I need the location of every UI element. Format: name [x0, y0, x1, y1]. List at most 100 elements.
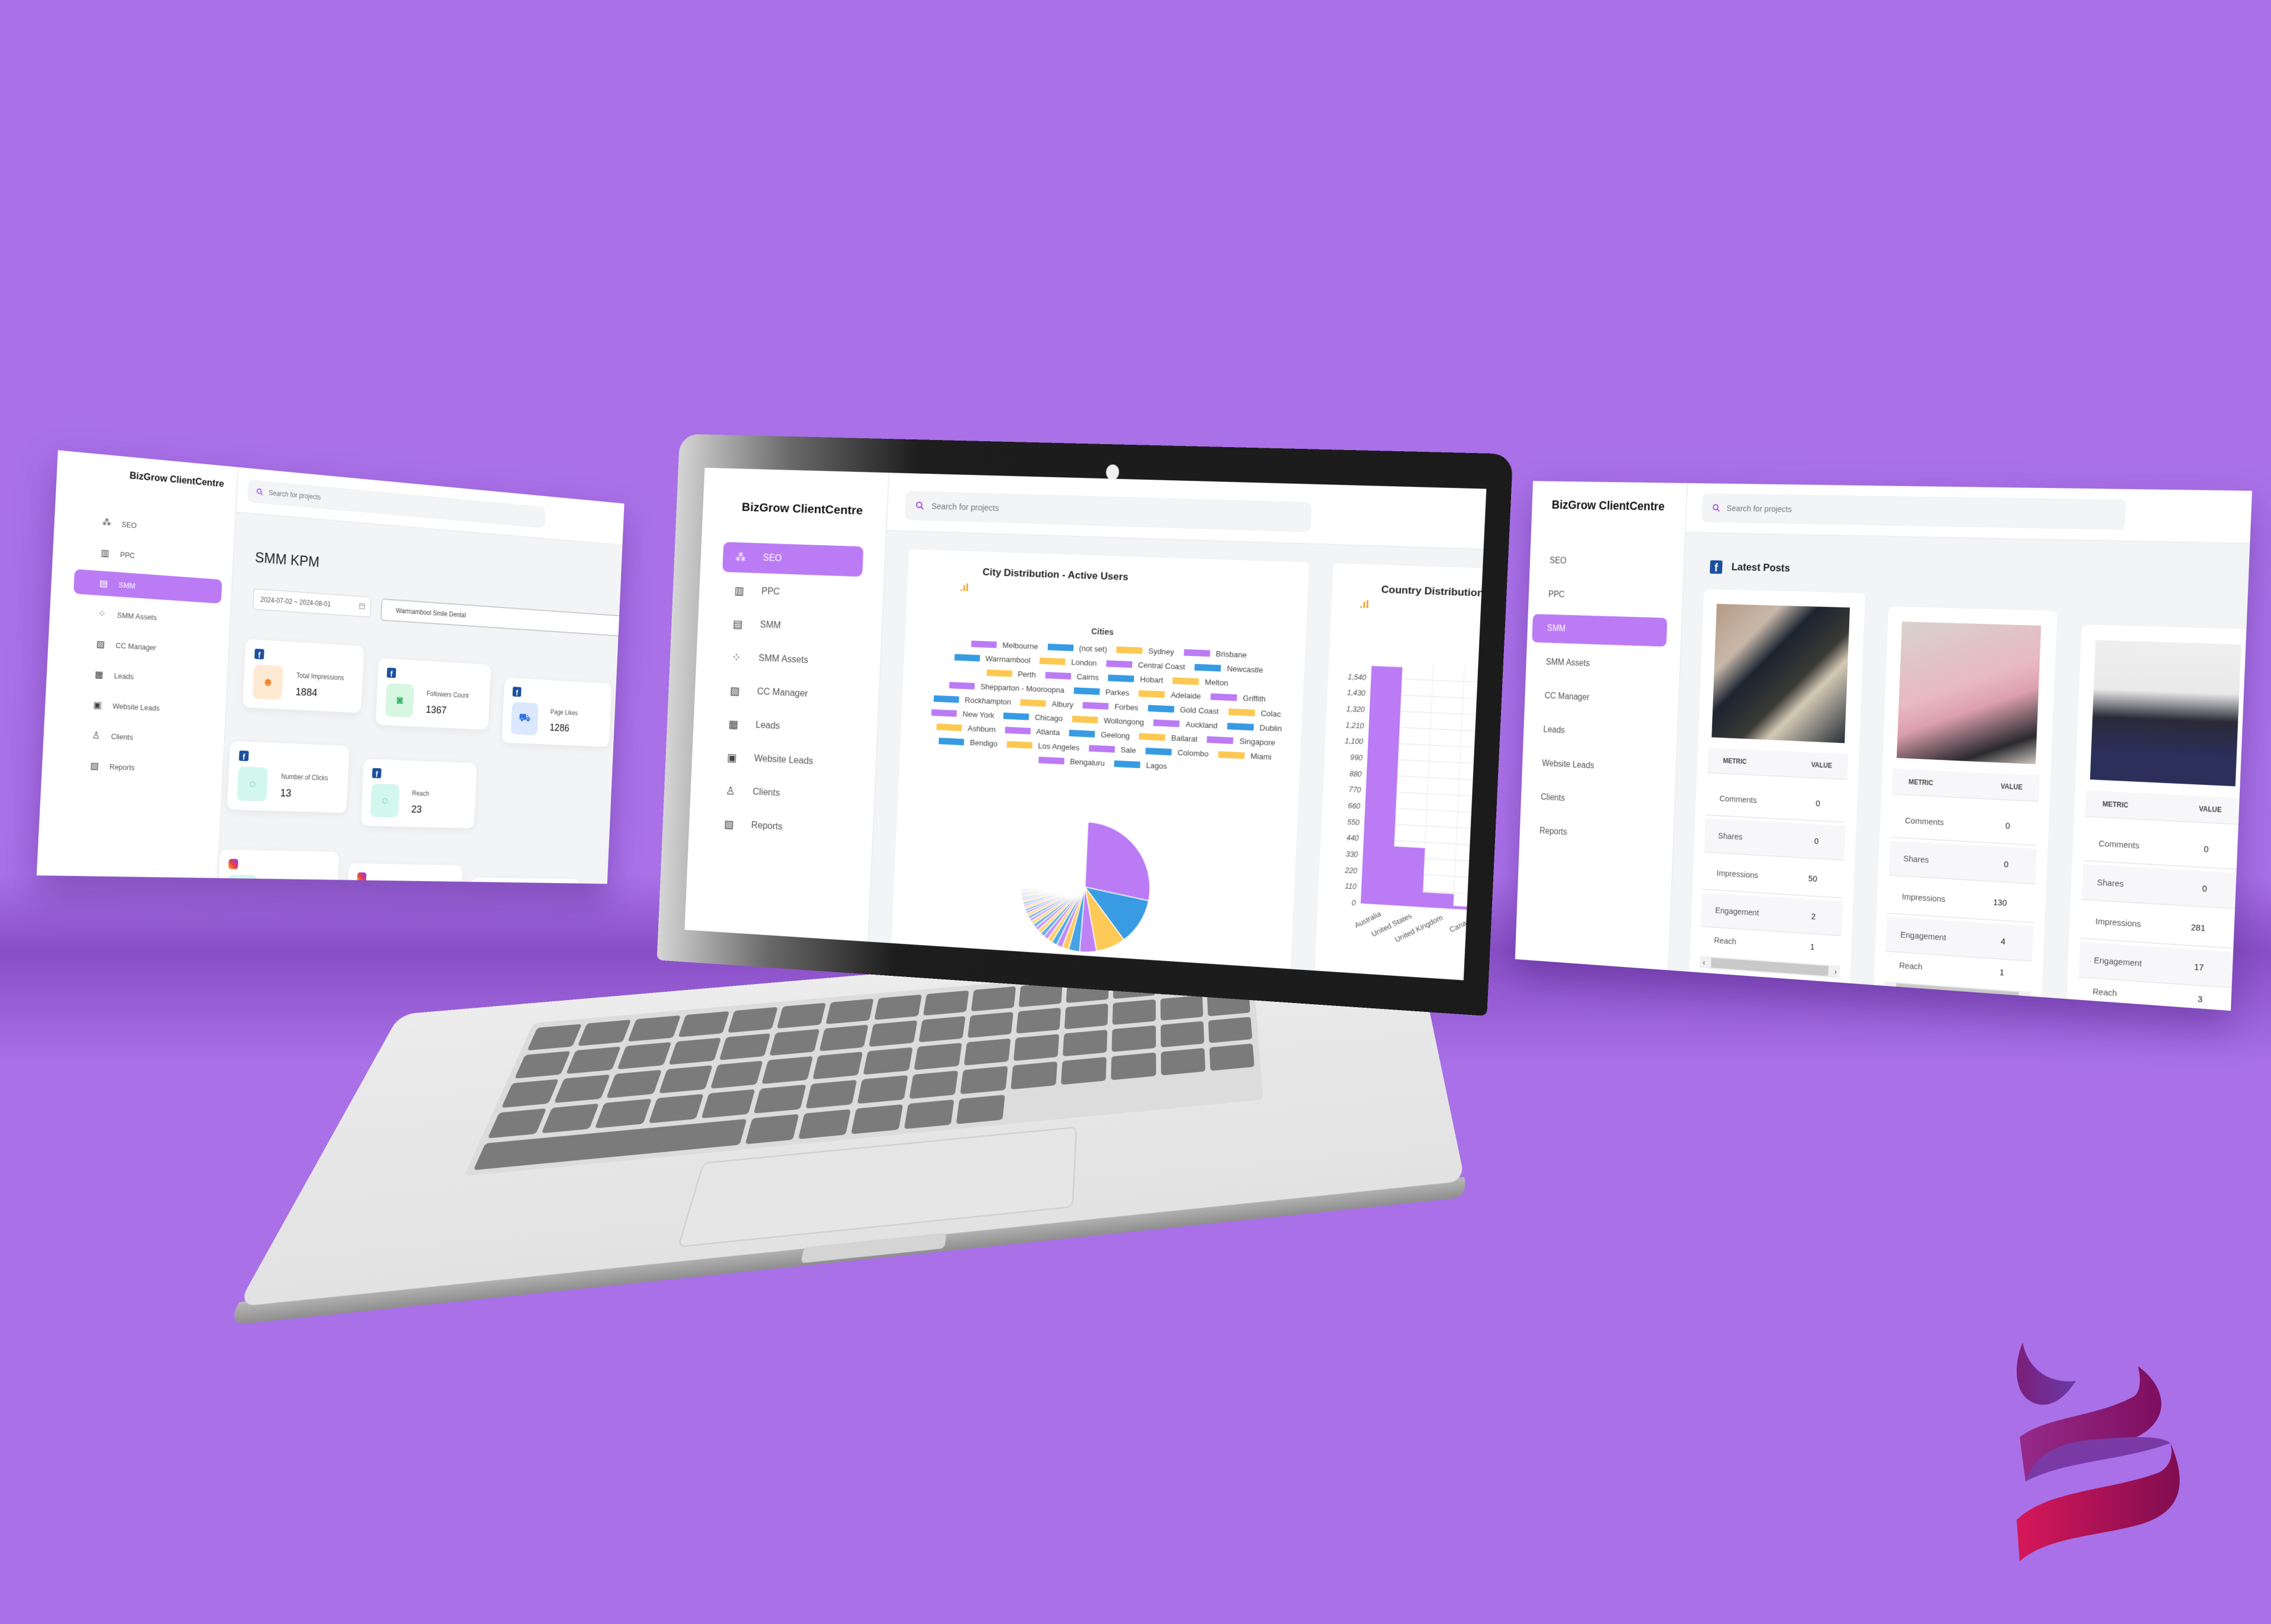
legend-item[interactable]: Melbourne [971, 639, 1039, 651]
post-card[interactable]: METRIC VALUE Comments 0 Shares 0 Impressions 50… [1689, 588, 1865, 989]
value-column-header: VALUE [1811, 761, 1833, 770]
legend-item[interactable]: Ballarat [1139, 732, 1198, 743]
sidebar-item-clients[interactable]: ♙Clients [1525, 782, 1661, 818]
search-input[interactable]: Search for projects [1701, 493, 2126, 530]
legend-item[interactable]: Rockhampton [933, 694, 1011, 706]
sidebar-item-reports[interactable]: ▧Reports [64, 752, 213, 782]
legend-item[interactable]: Bengaluru [1038, 755, 1105, 768]
legend-item[interactable]: Los Angeles [1007, 740, 1080, 752]
sidebar-item-smm-assets[interactable]: ⁘SMM Assets [72, 600, 221, 633]
search-input[interactable]: Search for projects [904, 490, 1312, 533]
keyboard-key [1209, 1043, 1255, 1071]
user-icon: ♙ [92, 730, 101, 741]
legend-item[interactable]: Brisbane [1183, 648, 1247, 659]
apps-add-icon: ⁘ [98, 609, 106, 620]
scroll-left-icon[interactable]: ‹ [1700, 957, 1708, 967]
legend-item[interactable]: Geelong [1069, 729, 1130, 740]
legend-item[interactable]: Shepparton - Mooroopna [949, 681, 1065, 694]
legend-item[interactable]: Auckland [1153, 718, 1218, 730]
sidebar-item-website-leads[interactable]: ▣Website Leads [714, 742, 855, 779]
sidebar-item-smm-assets[interactable]: ⁘SMM Assets [1531, 648, 1666, 681]
legend-item[interactable]: Griffith [1210, 692, 1266, 704]
legend-item[interactable]: Hobart [1108, 674, 1163, 685]
legend-item[interactable]: Forbes [1082, 701, 1138, 712]
sidebar-item-smm-assets[interactable]: ⁘SMM Assets [718, 642, 859, 678]
sidebar-item-reports[interactable]: ▧Reports [711, 808, 852, 846]
sidebar-item-seo[interactable]: ⁂SEO [722, 542, 864, 577]
dental-xray-screen-photo[interactable] [1712, 604, 1850, 743]
keyboard-key [918, 1016, 966, 1043]
legend-item[interactable]: Albury [1020, 698, 1073, 709]
sidebar-item-cc-manager[interactable]: ▨CC Manager [1529, 681, 1665, 715]
legend-label: Sydney [1148, 646, 1175, 657]
post-card[interactable]: METRIC VALUE Comments 0 Shares 0 Impressions 28… [2065, 624, 2253, 1011]
legend-item[interactable]: Ashburn [936, 722, 996, 734]
legend-item[interactable]: Colombo [1145, 746, 1209, 758]
legend-item[interactable]: Melton [1172, 676, 1228, 687]
sidebar-item-smm[interactable]: ▤SMM [719, 609, 860, 644]
y-tick-label: 880 [1349, 770, 1362, 779]
kpi-card: f ◌ Number of Clicks 13 [227, 740, 350, 813]
legend-item[interactable]: Wollongong [1072, 714, 1144, 727]
bar-canada[interactable] [1453, 905, 1485, 911]
layout-icon: ▤ [99, 578, 108, 589]
sidebar-item-smm[interactable]: ▤SMM [1532, 614, 1668, 647]
sidebar-item-leads[interactable]: ▦Leads [1528, 715, 1664, 749]
legend-item[interactable]: Dublin [1227, 722, 1282, 733]
legend-item[interactable]: Central Coast [1106, 659, 1185, 671]
sidebar-item-label: Leads [755, 720, 781, 732]
sidebar-item-seo[interactable]: ⁂SEO [76, 508, 225, 544]
child-in-dental-chair-photo[interactable] [1896, 621, 2042, 765]
legend-item[interactable]: Singapore [1206, 735, 1276, 747]
sidebar: BizGrow ClientCentre ⁂ SEO ▥ PPC ▤ SMM ⁘ SMM As… [684, 467, 890, 942]
legend-item[interactable]: Gold Coast [1147, 704, 1219, 716]
legend-item[interactable]: Newcastle [1194, 663, 1263, 675]
legend-item[interactable]: Miami [1218, 750, 1272, 762]
legend-label: Brisbane [1215, 649, 1247, 660]
sidebar-item-clients[interactable]: ♙Clients [712, 775, 853, 813]
legend-item[interactable]: Adelaide [1138, 689, 1201, 701]
sidebar-item-ppc[interactable]: ▥PPC [721, 575, 862, 611]
legend-item[interactable]: London [1039, 656, 1097, 668]
client-select[interactable]: Warrnambool Smile Dental [380, 598, 625, 638]
sidebar-item-smm[interactable]: ▤SMM [73, 569, 222, 604]
sidebar-item-cc-manager[interactable]: ▨CC Manager [70, 630, 219, 663]
kpi-label: Followers Count [426, 690, 469, 700]
legend-item[interactable]: Chicago [1003, 711, 1063, 723]
sidebar-item-seo[interactable]: ⁂SEO [1535, 546, 1670, 578]
legend-item[interactable]: Lagos [1114, 759, 1167, 771]
legend-item[interactable]: Bendigo [939, 736, 998, 748]
legend-item[interactable]: Cairns [1045, 671, 1099, 682]
sidebar-item-label: Reports [750, 820, 783, 832]
bar-united-kingdom[interactable] [1422, 892, 1454, 909]
sidebar-item-label: Reports [1539, 826, 1568, 837]
legend-item[interactable]: Sydney [1116, 645, 1175, 657]
sidebar-item-reports[interactable]: ▧Reports [1524, 816, 1659, 852]
legend-item[interactable]: Atlanta [1004, 726, 1060, 737]
legend-item[interactable]: Parkes [1073, 686, 1130, 697]
post-card[interactable]: METRIC VALUE Comments 0 Shares 0 Impressions 13… [1873, 606, 2058, 1011]
sidebar-item-ppc[interactable]: ▥PPC [75, 539, 224, 574]
scroll-right-icon[interactable]: › [1831, 967, 1840, 976]
table-row: Shares 0 [1888, 840, 2037, 885]
legend-item[interactable]: Sale [1088, 744, 1136, 755]
legend-item[interactable]: (not set) [1047, 642, 1107, 654]
dentist-portrait-photo[interactable] [2089, 640, 2241, 787]
legend-item[interactable]: Perth [986, 668, 1036, 679]
legend-item[interactable]: Warrnambool [954, 653, 1031, 665]
date-range-picker[interactable]: 2024-07-02 ~ 2024-08-01 [253, 588, 372, 618]
sidebar-item-ppc[interactable]: ▥PPC [1533, 580, 1668, 612]
sidebar-item-website-leads[interactable]: ▣Website Leads [67, 691, 216, 723]
sidebar-item-clients[interactable]: ♙Clients [66, 722, 215, 753]
bar-united-states[interactable] [1391, 846, 1425, 907]
legend-item[interactable]: Colac [1228, 707, 1281, 719]
kpi-card: f ◌ Reach 23 [360, 758, 477, 829]
sidebar-item-leads[interactable]: ▦Leads [715, 709, 856, 745]
sidebar-item-cc-manager[interactable]: ▨CC Manager [717, 675, 858, 711]
sidebar-item-website-leads[interactable]: ▣Website Leads [1527, 749, 1662, 784]
y-tick-label: 110 [1345, 882, 1357, 891]
legend-item[interactable]: New York [931, 708, 994, 720]
legend-swatch [1088, 745, 1115, 753]
keyboard-key [904, 1099, 955, 1130]
sidebar-item-leads[interactable]: ▦Leads [69, 661, 218, 693]
